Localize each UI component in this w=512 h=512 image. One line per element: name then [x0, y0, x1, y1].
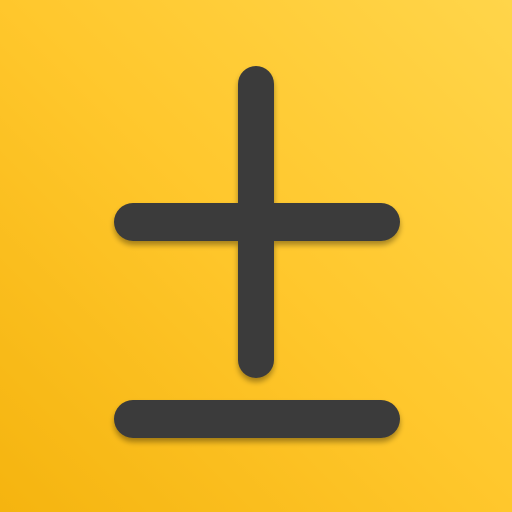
- minus-bar: [114, 400, 400, 438]
- app-icon: [0, 0, 512, 512]
- plus-minus-icon: [0, 0, 512, 512]
- plus-horizontal-bar: [114, 203, 400, 241]
